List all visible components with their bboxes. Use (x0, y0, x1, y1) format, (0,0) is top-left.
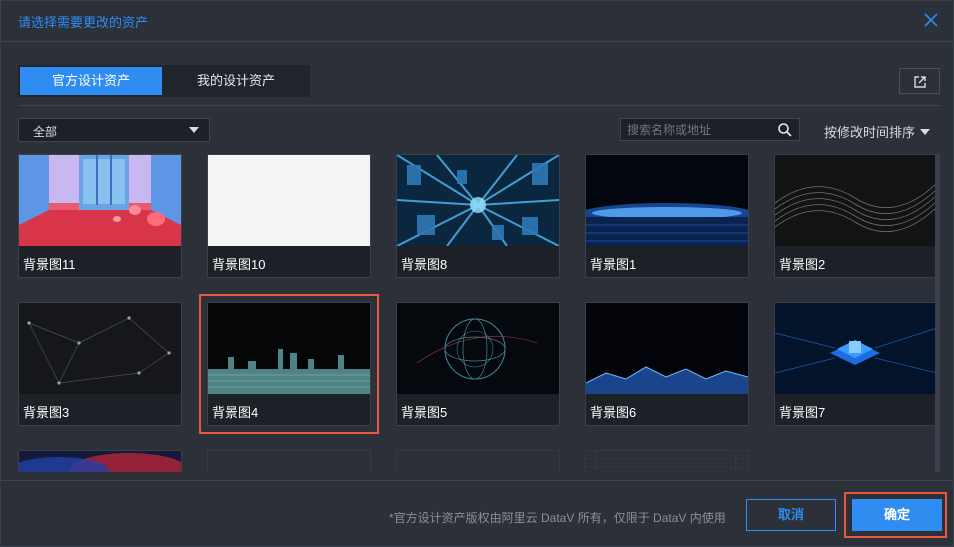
sort-dropdown[interactable]: 按修改时间排序 (824, 122, 931, 141)
copyright-note: *官方设计资产版权由阿里云 DataV 所有，仅限于 DataV 内使用 (389, 511, 726, 525)
asset-thumbnail (19, 451, 181, 472)
asset-card[interactable] (207, 450, 371, 472)
confirm-button[interactable]: 确定 (852, 499, 942, 531)
asset-thumbnail (208, 303, 370, 394)
close-icon[interactable] (922, 11, 940, 29)
asset-grid: 背景图11 背景图10 背景图8 背景图1 背景图2 背景图3 背景图4 背景图… (1, 154, 935, 472)
asset-card-selected[interactable]: 背景图4 (199, 294, 379, 434)
asset-label: 背景图5 (401, 405, 448, 420)
chevron-down-icon (189, 127, 199, 133)
asset-card[interactable] (585, 450, 749, 472)
asset-label: 背景图7 (779, 405, 826, 420)
chevron-down-icon (920, 129, 931, 135)
scrollbar-thumb[interactable] (935, 154, 940, 472)
asset-source-tabs: 官方设计资产 我的设计资产 (18, 65, 310, 97)
external-link-icon (914, 76, 926, 88)
asset-card[interactable] (18, 450, 182, 472)
tab-official-assets[interactable]: 官方设计资产 (20, 67, 162, 95)
dialog-title: 请选择需要更改的资产 (18, 15, 149, 30)
footer-divider (1, 480, 953, 481)
asset-label: 背景图10 (212, 257, 266, 272)
asset-card[interactable]: 背景图1 (585, 154, 749, 278)
asset-thumbnail (775, 303, 935, 394)
sort-label: 按修改时间排序 (824, 125, 916, 140)
asset-thumbnail (208, 451, 370, 472)
search-box (620, 118, 800, 141)
asset-card[interactable]: 背景图6 (585, 302, 749, 426)
asset-card[interactable]: 背景图3 (18, 302, 182, 426)
asset-thumbnail (775, 155, 935, 246)
search-icon[interactable] (777, 122, 793, 138)
asset-label: 背景图4 (212, 405, 259, 420)
asset-thumbnail (208, 155, 370, 246)
asset-label: 背景图1 (590, 257, 637, 272)
asset-card[interactable]: 背景图8 (396, 154, 560, 278)
search-input[interactable] (627, 121, 772, 139)
tab-my-assets[interactable]: 我的设计资产 (164, 67, 308, 95)
asset-thumbnail (586, 303, 748, 394)
asset-thumbnail (19, 303, 181, 394)
asset-label: 背景图3 (23, 405, 70, 420)
asset-picker-dialog: 请选择需要更改的资产 官方设计资产 我的设计资产 全部 按修改时间排序 (0, 0, 954, 547)
toolbar-divider (18, 105, 940, 106)
cancel-button[interactable]: 取消 (746, 499, 836, 531)
asset-card[interactable]: 背景图11 (18, 154, 182, 278)
category-select-value: 全部 (33, 125, 58, 139)
asset-thumbnail (397, 451, 559, 472)
asset-label: 背景图11 (23, 257, 76, 272)
asset-card[interactable]: 背景图10 (207, 154, 371, 278)
open-external-button[interactable] (899, 68, 940, 94)
asset-label: 背景图8 (401, 257, 448, 272)
asset-thumbnail (19, 155, 181, 246)
asset-thumbnail (586, 155, 748, 246)
asset-thumbnail (586, 451, 748, 472)
asset-label: 背景图6 (590, 405, 637, 420)
asset-card[interactable]: 背景图2 (774, 154, 935, 278)
header-divider (1, 41, 953, 42)
category-select[interactable]: 全部 (18, 118, 210, 142)
grid-scrollbar[interactable] (935, 154, 940, 472)
asset-card[interactable]: 背景图7 (774, 302, 935, 426)
asset-card[interactable] (396, 450, 560, 472)
asset-thumbnail (397, 303, 559, 394)
asset-thumbnail (397, 155, 559, 246)
asset-card[interactable]: 背景图5 (396, 302, 560, 426)
asset-label: 背景图2 (779, 257, 826, 272)
